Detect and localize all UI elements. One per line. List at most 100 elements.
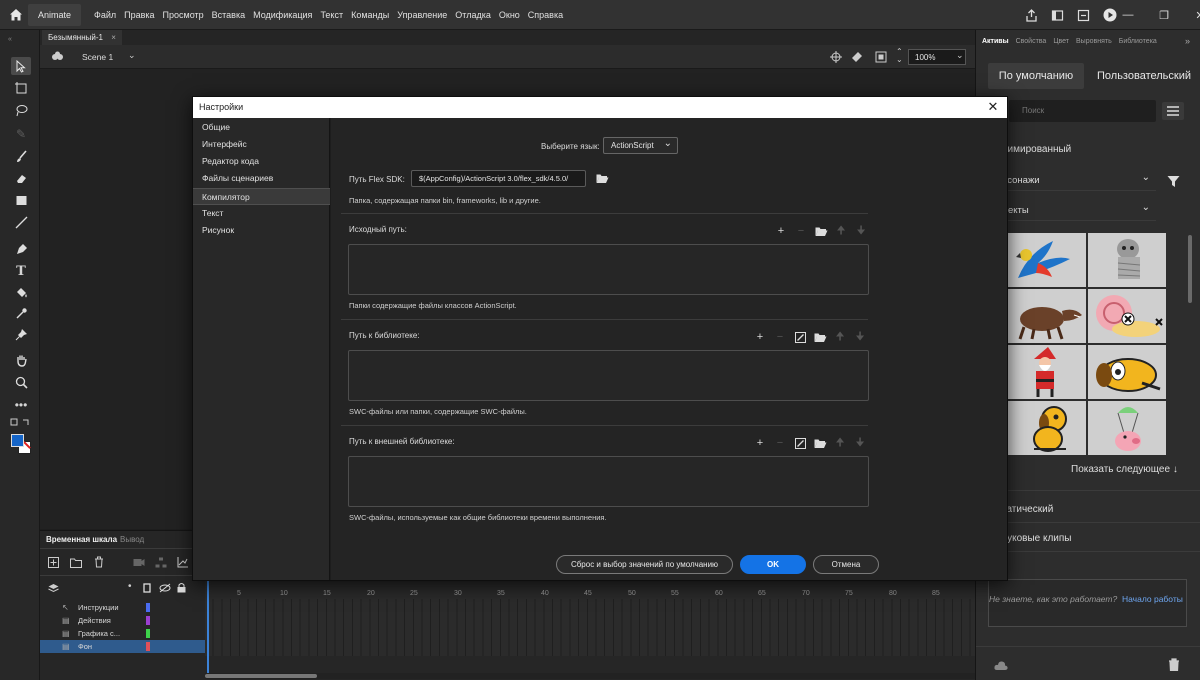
section-static[interactable]: татический — [1002, 504, 1053, 515]
zoom-icon[interactable] — [11, 373, 31, 391]
parenting-icon[interactable] — [155, 557, 167, 568]
eraser-icon[interactable] — [11, 169, 31, 187]
selection-tool-icon[interactable] — [11, 57, 31, 75]
document-tab[interactable]: Безымянный-1 × — [42, 30, 122, 45]
search-input[interactable]: Поиск — [1009, 100, 1156, 122]
asset-parrot[interactable] — [1008, 233, 1086, 287]
characters-dropdown[interactable]: рсонажи ⌄ — [1002, 169, 1156, 191]
show-next-button[interactable]: Показать следующее ↓ — [1071, 464, 1178, 475]
asset-scrollbar[interactable] — [1188, 235, 1192, 303]
home-icon[interactable] — [9, 8, 23, 22]
paint-bucket-icon[interactable] — [11, 283, 31, 301]
flex-sdk-input[interactable]: $(AppConfig)/ActionScript 3.0/flex_sdk/4… — [411, 170, 586, 187]
brush-icon[interactable] — [11, 147, 31, 165]
layer-row[interactable]: ▤ Действия — [40, 614, 205, 627]
menu-commands[interactable]: Команды — [347, 0, 393, 30]
panel-icon[interactable] — [1051, 9, 1064, 22]
section-sound-clips[interactable]: вуковые клипы — [1002, 533, 1072, 544]
lasso-icon[interactable] — [11, 101, 31, 119]
pen-icon[interactable] — [11, 240, 31, 258]
menu-window[interactable]: Окно — [495, 0, 524, 30]
clip-stage-icon[interactable] — [875, 51, 887, 63]
remove-icon[interactable]: − — [773, 331, 787, 343]
delete-layer-icon[interactable] — [94, 556, 104, 568]
move-down-icon[interactable]: 🠋 — [854, 225, 868, 237]
edit-symbol-icon[interactable] — [850, 50, 864, 63]
add-icon[interactable]: + — [753, 331, 767, 343]
scene-icon[interactable] — [51, 51, 64, 63]
menu-file[interactable]: Файл — [90, 0, 120, 30]
camera-icon[interactable] — [133, 558, 145, 567]
add-icon[interactable]: + — [753, 437, 767, 449]
asset-santa[interactable] — [1008, 345, 1086, 399]
category-text[interactable]: Текст — [193, 205, 330, 222]
pin-icon[interactable] — [11, 325, 31, 343]
browse-folder-icon[interactable] — [596, 173, 609, 184]
remove-icon[interactable]: − — [773, 437, 787, 449]
menu-control[interactable]: Управление — [393, 0, 451, 30]
frame-ruler[interactable]: 5 10 15 20 25 30 35 40 45 50 55 60 65 70… — [205, 581, 975, 599]
layer-row[interactable]: ▤ Графика с... — [40, 627, 205, 640]
default-assets-button[interactable]: По умолчанию — [988, 63, 1084, 89]
eyedropper-icon[interactable] — [11, 304, 31, 322]
menu-insert[interactable]: Вставка — [208, 0, 249, 30]
sync-icon[interactable] — [1077, 9, 1090, 22]
asset-dog-sitting[interactable] — [1008, 401, 1086, 455]
center-stage-icon[interactable] — [830, 51, 842, 63]
close-icon[interactable]: ✕ — [985, 99, 1001, 115]
app-name[interactable]: Animate — [28, 4, 82, 26]
playhead[interactable] — [207, 581, 209, 673]
tab-timeline[interactable]: Временная шкала — [46, 535, 117, 544]
category-drawing[interactable]: Рисунок — [193, 222, 330, 239]
hand-icon[interactable] — [11, 351, 31, 369]
rectangle-icon[interactable] — [11, 191, 31, 209]
zoom-dropdown-icon[interactable]: ⌄ — [956, 50, 964, 61]
category-script-files[interactable]: Файлы сценариев — [193, 170, 330, 187]
tab-library[interactable]: Библиотека — [1119, 38, 1157, 52]
maximize-icon[interactable]: ❐ — [1146, 0, 1182, 30]
asset-mummy[interactable] — [1088, 233, 1166, 287]
menu-view[interactable]: Просмотр — [159, 0, 208, 30]
tab-align[interactable]: Выровнять — [1076, 38, 1112, 52]
move-up-icon[interactable]: 🠉 — [834, 225, 848, 237]
color-swatches[interactable] — [10, 433, 32, 455]
tab-color[interactable]: Цвет — [1053, 38, 1069, 52]
share-icon[interactable] — [1025, 8, 1038, 22]
cancel-button[interactable]: Отмена — [813, 555, 879, 574]
folder-icon[interactable] — [814, 225, 828, 237]
text-tool-icon[interactable]: T — [11, 262, 31, 280]
asset-dog-lying[interactable] — [1088, 345, 1166, 399]
section-animated[interactable]: нимированный — [1002, 144, 1071, 155]
cloud-upload-icon[interactable] — [994, 660, 1008, 671]
tab-output[interactable]: Вывод — [120, 535, 144, 544]
highlight-dot-icon[interactable]: • — [128, 581, 132, 592]
swap-colors-icon[interactable] — [10, 417, 32, 431]
folder-icon[interactable] — [813, 437, 827, 449]
category-compiler[interactable]: Компилятор — [193, 188, 330, 205]
scene-label[interactable]: Scene 1 — [82, 52, 113, 62]
menu-modify[interactable]: Модификация — [249, 0, 316, 30]
zoom-stepper-icon[interactable]: ⌃ ⌄ — [896, 48, 903, 64]
collapse-icon[interactable]: « — [8, 36, 14, 43]
swc-file-icon[interactable] — [793, 331, 807, 343]
asset-snail[interactable] — [1088, 289, 1166, 343]
move-up-icon[interactable]: 🠉 — [833, 437, 847, 449]
scene-dropdown-icon[interactable]: ⌄ — [128, 50, 136, 61]
expand-panel-icon[interactable]: » — [1185, 36, 1190, 46]
menu-edit[interactable]: Правка — [120, 0, 158, 30]
language-select[interactable]: ActionScript ⌄ — [603, 137, 678, 154]
custom-assets-button[interactable]: Пользовательский — [1094, 63, 1194, 89]
category-interface[interactable]: Интерфейс — [193, 136, 330, 153]
outline-icon[interactable] — [143, 583, 151, 593]
objects-dropdown[interactable]: ъекты ⌄ — [1002, 199, 1156, 221]
menu-help[interactable]: Справка — [524, 0, 567, 30]
move-down-icon[interactable]: 🠋 — [853, 331, 867, 343]
help-link[interactable]: Начало работы — [1122, 594, 1183, 604]
close-window-icon[interactable]: ✕ — [1182, 0, 1200, 30]
lock-icon[interactable] — [177, 582, 186, 593]
ok-button[interactable]: OK — [740, 555, 806, 574]
tab-properties[interactable]: Свойства — [1016, 38, 1047, 52]
more-tools-icon[interactable]: ••• — [11, 396, 31, 414]
category-general[interactable]: Общие — [193, 119, 330, 136]
free-transform-icon[interactable] — [11, 79, 31, 97]
